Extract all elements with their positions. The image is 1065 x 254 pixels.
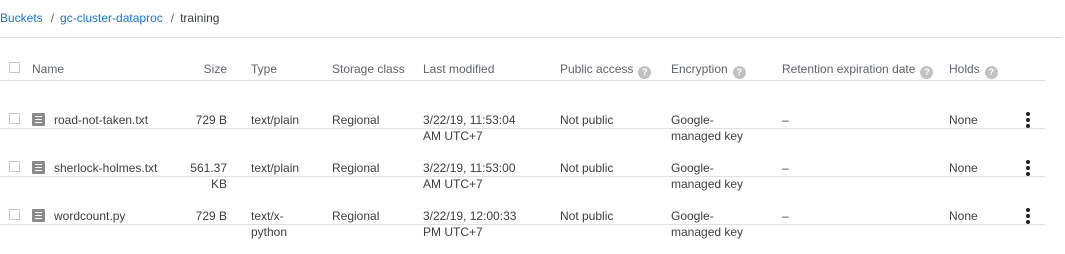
- object-storage-class: Regional: [332, 209, 380, 223]
- object-public-access: Not public: [560, 161, 614, 175]
- row-checkbox[interactable]: [9, 161, 20, 172]
- object-public-access: Not public: [560, 209, 614, 223]
- column-header-type[interactable]: Type: [251, 61, 277, 77]
- breadcrumb: Buckets / gc-cluster-dataproc / training: [0, 10, 219, 26]
- object-public-access: Not public: [560, 113, 614, 127]
- breadcrumb-separator: /: [50, 11, 55, 25]
- more-vert-icon[interactable]: [1025, 160, 1031, 176]
- header-divider: [0, 37, 1062, 38]
- more-vert-icon[interactable]: [1025, 208, 1031, 224]
- file-icon: [32, 113, 45, 126]
- object-last-modified: 3/22/19, 12:00:33 PM UTC+7: [423, 209, 517, 239]
- help-circle-icon[interactable]: ?: [920, 66, 934, 79]
- table-row[interactable]: wordcount.py 729 B text/x-python Regiona…: [0, 177, 1045, 239]
- table-row[interactable]: sherlock-holmes.txt 561.37 KB text/plain …: [0, 129, 1045, 191]
- breadcrumb-current-folder: training: [180, 11, 220, 25]
- column-header-storage-class[interactable]: Storage class: [332, 61, 405, 77]
- column-header-encryption-label: Encryption: [671, 62, 728, 76]
- object-type: text/plain: [251, 113, 300, 127]
- column-header-retention: Retention expiration date?: [782, 61, 934, 79]
- column-header-last-modified[interactable]: Last modified: [423, 61, 494, 77]
- object-size: 729 B: [195, 209, 227, 223]
- file-icon: [32, 209, 45, 222]
- object-holds: None: [949, 113, 978, 127]
- column-header-public-access: Public access?: [560, 61, 652, 79]
- help-circle-icon[interactable]: ?: [638, 66, 652, 79]
- object-name-link[interactable]: road-not-taken.txt: [54, 112, 148, 128]
- object-retention: –: [782, 161, 789, 175]
- object-holds: None: [949, 161, 978, 175]
- row-checkbox[interactable]: [9, 209, 20, 220]
- more-vert-icon[interactable]: [1025, 112, 1031, 128]
- column-header-size[interactable]: Size: [180, 61, 227, 77]
- object-holds: None: [949, 209, 978, 223]
- column-header-name[interactable]: Name: [32, 61, 64, 77]
- object-size: 729 B: [195, 113, 227, 127]
- object-retention: –: [782, 209, 789, 223]
- breadcrumb-link-bucket[interactable]: gc-cluster-dataproc: [60, 11, 163, 25]
- object-storage-class: Regional: [332, 113, 380, 127]
- object-retention: –: [782, 113, 789, 127]
- object-name-link[interactable]: wordcount.py: [54, 208, 125, 224]
- table-header-row: Name Size Type Storage class Last modifi…: [0, 58, 1045, 81]
- column-header-retention-label: Retention expiration date: [782, 62, 916, 76]
- object-name-link[interactable]: sherlock-holmes.txt: [54, 160, 157, 176]
- object-type: text/plain: [251, 161, 300, 175]
- help-circle-icon[interactable]: ?: [732, 66, 746, 79]
- column-header-holds: Holds?: [949, 61, 998, 79]
- breadcrumb-link-buckets[interactable]: Buckets: [0, 11, 43, 25]
- object-storage-class: Regional: [332, 161, 380, 175]
- breadcrumb-separator: /: [170, 11, 175, 25]
- file-icon: [32, 161, 45, 174]
- help-circle-icon[interactable]: ?: [984, 66, 998, 79]
- row-checkbox[interactable]: [9, 113, 20, 124]
- column-header-encryption: Encryption?: [671, 61, 746, 79]
- table-row[interactable]: road-not-taken.txt 729 B text/plain Regi…: [0, 81, 1045, 143]
- column-header-public-access-label: Public access: [560, 62, 634, 76]
- objects-table: Name Size Type Storage class Last modifi…: [0, 58, 1045, 239]
- select-all-checkbox[interactable]: [9, 62, 20, 73]
- column-header-holds-label: Holds: [949, 62, 980, 76]
- object-encryption: Google-managed key: [671, 209, 744, 239]
- object-type: text/x-python: [251, 209, 288, 239]
